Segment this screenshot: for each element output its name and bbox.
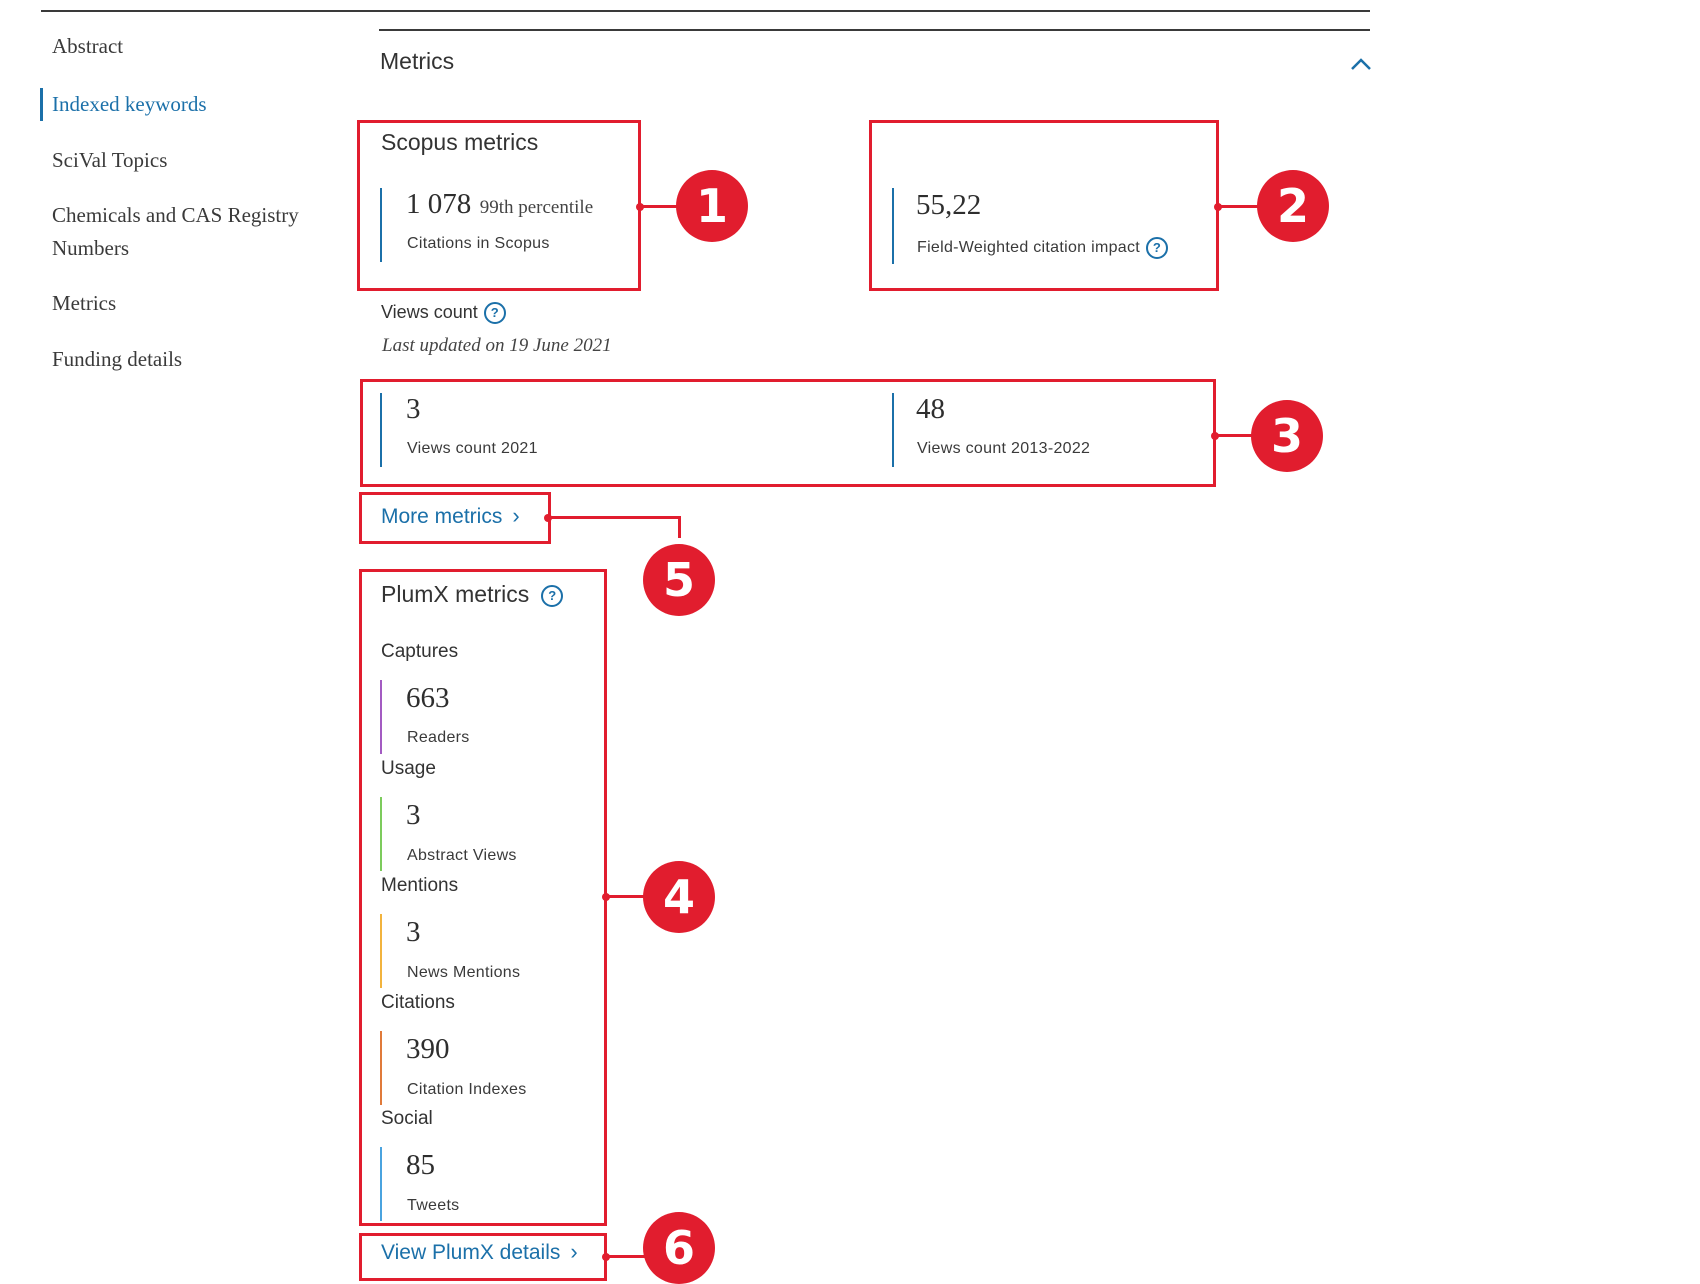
sidebar-item-chemicals[interactable]: Chemicals and CAS Registry Numbers [52,199,322,265]
annotation-connector [548,516,681,519]
views-count-heading: Views count? [381,302,506,325]
sidebar-item-funding-details[interactable]: Funding details [52,343,342,376]
sidebar-item-indexed-keywords[interactable]: Indexed keywords [52,88,342,121]
annotation-box-2 [869,120,1219,291]
annotation-connector [1215,434,1255,437]
annotation-connector [640,205,680,208]
top-divider [41,10,1370,12]
annotation-box-3 [360,379,1216,487]
annotation-box-5 [359,492,551,544]
annotation-box-6 [359,1233,607,1281]
annotation-connector [606,1255,648,1258]
annotation-badge-3: 3 [1251,400,1323,472]
active-indicator [40,88,43,121]
annotation-badge-6: 6 [643,1212,715,1284]
annotation-box-1 [357,120,641,291]
annotation-badge-4: 4 [643,861,715,933]
sidebar-item-metrics[interactable]: Metrics [52,287,342,320]
annotation-connector [606,895,648,898]
annotation-badge-2: 2 [1257,170,1329,242]
metrics-divider [379,29,1370,31]
metrics-section-title: Metrics [380,48,455,74]
help-icon[interactable]: ? [483,302,506,325]
chevron-up-icon[interactable] [1347,52,1375,76]
annotation-connector [678,516,681,538]
views-updated-note: Last updated on 19 June 2021 [382,335,612,356]
annotation-box-4 [359,569,607,1226]
sidebar-item-scival-topics[interactable]: SciVal Topics [52,144,342,177]
views-count-title: Views count [381,302,478,322]
sidebar-item-abstract[interactable]: Abstract [52,30,342,63]
annotation-badge-5: 5 [643,544,715,616]
annotation-badge-1: 1 [676,170,748,242]
